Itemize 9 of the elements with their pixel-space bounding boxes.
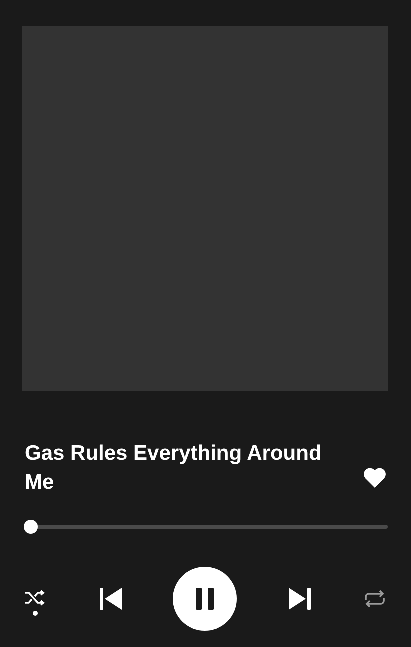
progress-slider[interactable] — [24, 520, 388, 534]
next-button[interactable] — [288, 587, 312, 611]
previous-button[interactable] — [98, 587, 122, 611]
heart-icon[interactable] — [363, 467, 387, 489]
track-title: Gas Rules Everything Around Me — [25, 441, 323, 496]
shuffle-icon — [24, 590, 46, 606]
active-dot — [32, 611, 38, 616]
pause-icon — [194, 587, 216, 611]
repeat-icon — [364, 590, 386, 608]
